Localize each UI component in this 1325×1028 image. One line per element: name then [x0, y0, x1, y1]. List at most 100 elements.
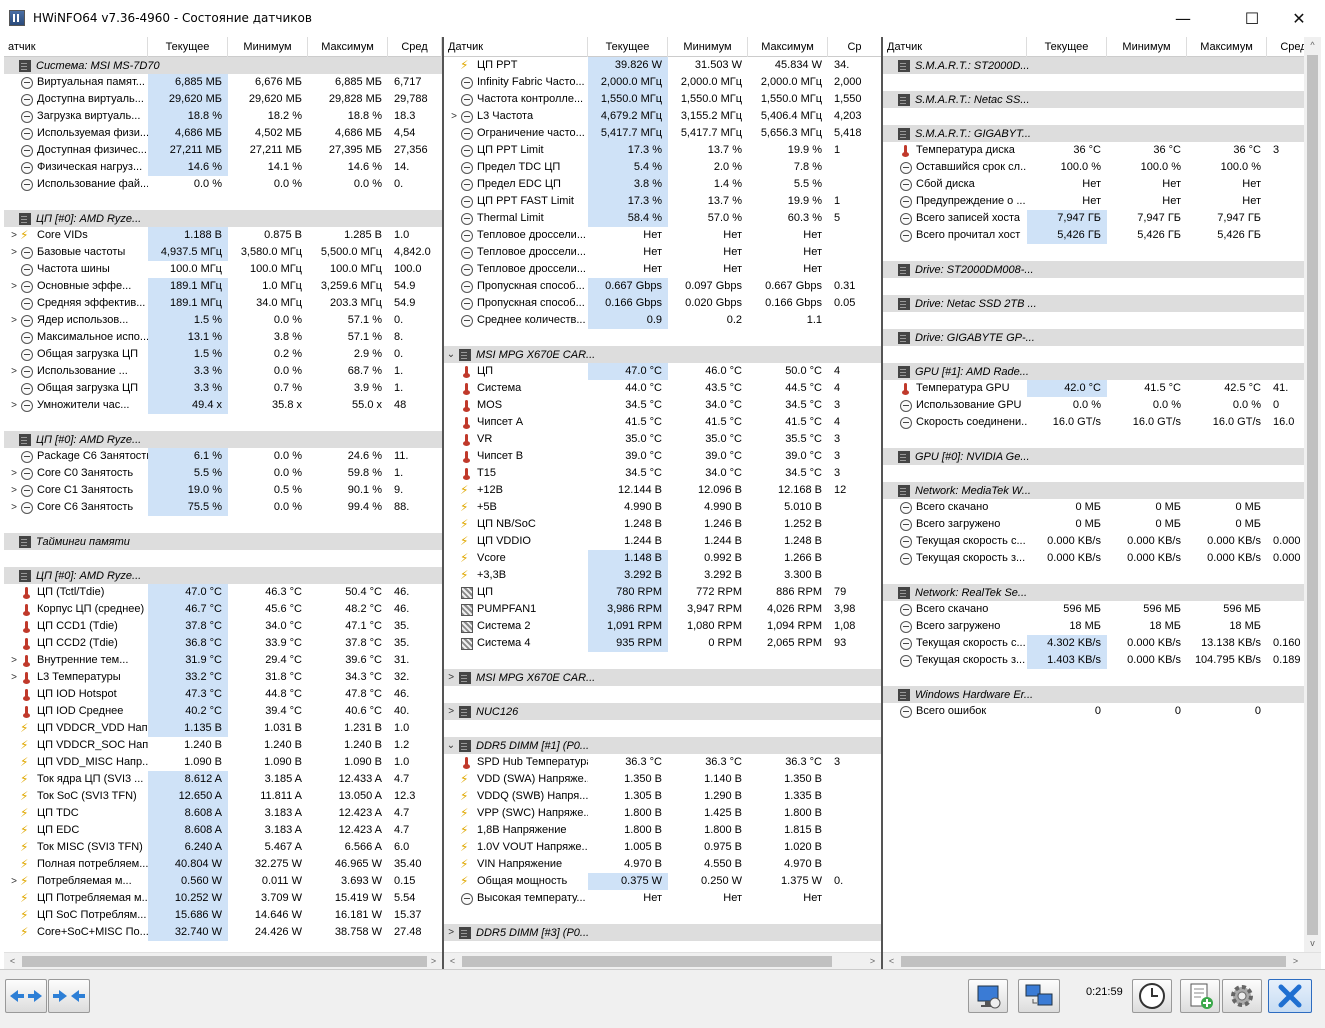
- sensor-row[interactable]: VIN Напряжение 4.970 В 4.550 В 4.970 В: [444, 856, 881, 873]
- expand-icon[interactable]: >: [7, 465, 21, 482]
- expand-icon[interactable]: >: [444, 706, 458, 717]
- sensor-row[interactable]: VDDQ (SWB) Напря... 1.305 В 1.290 В 1.335 В: [444, 788, 881, 805]
- sensor-row[interactable]: ЦП IOD Hotspot 47.3 °C 44.8 °C 47.8 °C 46.: [4, 686, 442, 703]
- column-header-1[interactable]: Текущее: [148, 37, 228, 57]
- column-header-0[interactable]: атчик: [4, 37, 148, 57]
- sensor-row[interactable]: Температура GPU 42.0 °C 41.5 °C 42.5 °C 41.: [883, 380, 1321, 397]
- expand-icon[interactable]: >: [7, 397, 21, 414]
- sensor-row[interactable]: Vcore 1.148 В 0.992 В 1.266 В: [444, 550, 881, 567]
- sensor-row[interactable]: VR 35.0 °C 35.0 °C 35.5 °C 3: [444, 431, 881, 448]
- sensor-group-header[interactable]: S.M.A.R.T.: ST2000D...: [883, 57, 1321, 74]
- sensor-row[interactable]: Всего загружено 18 МБ 18 МБ 18 МБ: [883, 618, 1321, 635]
- sensor-group-header[interactable]: Drive: Netac SSD 2TB ...: [883, 295, 1321, 312]
- sensor-row[interactable]: ЦП VDD_MISC Напр... 1.090 В 1.090 В 1.090 В…: [4, 754, 442, 771]
- expand-icon[interactable]: >: [7, 244, 21, 261]
- expand-icon[interactable]: >: [444, 927, 458, 938]
- sensor-row[interactable]: 1.0V VOUT Напряже... 1.005 В 0.975 В 1.020 …: [444, 839, 881, 856]
- sensor-group-header[interactable]: Network: RealTek Se...: [883, 584, 1321, 601]
- sensor-group-header[interactable]: ЦП [#0]: AMD Ryze...: [4, 431, 442, 448]
- sensor-row[interactable]: > Core C6 Занятость 75.5 % 0.0 % 99.4 % 88.: [4, 499, 442, 516]
- vertical-scrollbar[interactable]: ^ v: [1304, 37, 1321, 952]
- sensor-row[interactable]: > Использование ... 3.3 % 0.0 % 68.7 % 1.: [4, 363, 442, 380]
- sensor-row[interactable]: Система 44.0 °C 43.5 °C 44.5 °C 4: [444, 380, 881, 397]
- sensor-row[interactable]: ЦП PPT FAST Limit 17.3 % 13.7 % 19.9 % 1: [444, 193, 881, 210]
- sensor-row[interactable]: > Базовые частоты 4,937.5 МГц 3,580.0 МГц 5,…: [4, 244, 442, 261]
- minimize-button[interactable]: —: [1160, 0, 1206, 36]
- sensor-row[interactable]: Всего ошибок 0 0 0: [883, 703, 1321, 720]
- sensor-group-header[interactable]: Drive: GIGABYTE GP-...: [883, 329, 1321, 346]
- scroll-up-arrow[interactable]: ^: [1304, 37, 1321, 54]
- sensor-row[interactable]: > Ядер использов... 1.5 % 0.0 % 57.1 % 0.: [4, 312, 442, 329]
- sensor-row[interactable]: > Умножители час... 49.4 x 35.8 x 55.0 x 48: [4, 397, 442, 414]
- column-header-3[interactable]: Максимум: [1187, 37, 1267, 57]
- sensor-row[interactable]: > Core VIDs 1.188 В 0.875 В 1.285 В 1.0: [4, 227, 442, 244]
- column-header-3[interactable]: Максимум: [748, 37, 828, 57]
- sensor-row[interactable]: VPP (SWC) Напряже... 1.800 В 1.425 В 1.800 …: [444, 805, 881, 822]
- sensor-pane-1[interactable]: атчик Текущее Минимум Максимум Сред Система: …: [4, 37, 442, 969]
- expand-icon[interactable]: >: [7, 482, 21, 499]
- sensor-row[interactable]: Общая мощность 0.375 W 0.250 W 1.375 W 0.: [444, 873, 881, 890]
- sensor-row[interactable]: Предел EDC ЦП 3.8 % 1.4 % 5.5 %: [444, 176, 881, 193]
- sensor-row[interactable]: +3,3В 3.292 В 3.292 В 3.300 В: [444, 567, 881, 584]
- sensor-row[interactable]: ЦП TDC 8.608 A 3.183 A 12.423 A 4.7: [4, 805, 442, 822]
- sensor-row[interactable]: VDD (SWA) Напряже... 1.350 В 1.140 В 1.350 …: [444, 771, 881, 788]
- sensor-row[interactable]: Всего записей хоста 7,947 ГБ 7,947 ГБ 7,947…: [883, 210, 1321, 227]
- sensor-row[interactable]: Всего прочитал хост 5,426 ГБ 5,426 ГБ 5,426…: [883, 227, 1321, 244]
- network-remote-button[interactable]: [1018, 979, 1060, 1013]
- sensor-row[interactable]: Среднее количеств... 0.9 0.2 1.1: [444, 312, 881, 329]
- close-sensors-button[interactable]: [1268, 979, 1312, 1013]
- sensor-row[interactable]: Корпус ЦП (среднее) 46.7 °C 45.6 °C 48.2 °C…: [4, 601, 442, 618]
- expand-icon[interactable]: >: [7, 312, 21, 329]
- sensor-group-header[interactable]: ЦП [#0]: AMD Ryze...: [4, 210, 442, 227]
- sensor-group-header[interactable]: > DDR5 DIMM [#3] (P0...: [444, 924, 881, 941]
- sensor-row[interactable]: Пропускная способ... 0.667 Gbps 0.097 Gbps…: [444, 278, 881, 295]
- sensor-row[interactable]: Package C6 Занятость 6.1 % 0.0 % 24.6 % 11.: [4, 448, 442, 465]
- sensor-row[interactable]: Высокая температу... Нет Нет Нет: [444, 890, 881, 907]
- column-header-1[interactable]: Текущее: [588, 37, 668, 57]
- sensor-group-header[interactable]: S.M.A.R.T.: GIGABYT...: [883, 125, 1321, 142]
- sensor-row[interactable]: Максимальное испо... 13.1 % 3.8 % 57.1 % 8.: [4, 329, 442, 346]
- sensor-group-header[interactable]: > NUC126: [444, 703, 881, 720]
- sensor-row[interactable]: Доступна виртуаль... 29,620 МБ 29,620 МБ 29…: [4, 91, 442, 108]
- sensor-row[interactable]: ЦП VDDIO 1.244 В 1.244 В 1.248 В: [444, 533, 881, 550]
- scroll-thumb[interactable]: [22, 956, 427, 967]
- sensor-row[interactable]: > Внутренние тем... 31.9 °C 29.4 °C 39.6 °C 3…: [4, 652, 442, 669]
- sensor-row[interactable]: Физическая нагруз... 14.6 % 14.1 % 14.6 % 14…: [4, 159, 442, 176]
- scroll-left-arrow[interactable]: <: [444, 953, 461, 969]
- horizontal-scrollbar[interactable]: < >: [444, 952, 881, 969]
- sensor-group-header[interactable]: Тайминги памяти: [4, 533, 442, 550]
- sensor-row[interactable]: ЦП Потребляемая м...10.252 W 3.709 W 15.41…: [4, 890, 442, 907]
- sensor-row[interactable]: > L3 Частота 4,679.2 МГц 3,155.2 МГц 5,406.4…: [444, 108, 881, 125]
- sensor-row[interactable]: ЦП NB/SoC 1.248 В 1.246 В 1.252 В: [444, 516, 881, 533]
- sensor-row[interactable]: Чипсет B 39.0 °C 39.0 °C 39.0 °C 3: [444, 448, 881, 465]
- sensor-row[interactable]: Система 2 1,091 RPM 1,080 RPM 1,094 RPM 1,08: [444, 618, 881, 635]
- expand-icon[interactable]: >: [7, 278, 21, 295]
- expand-icon[interactable]: >: [7, 363, 21, 380]
- sensor-row[interactable]: Ограничение часто... 5,417.7 МГц 5,417.7 М…: [444, 125, 881, 142]
- scroll-left-arrow[interactable]: <: [4, 953, 21, 969]
- scroll-thumb[interactable]: [1307, 55, 1318, 935]
- sensor-row[interactable]: Использование фай... 0.0 % 0.0 % 0.0 % 0.: [4, 176, 442, 193]
- expand-icon[interactable]: >: [444, 672, 458, 683]
- sensor-row[interactable]: ЦП VDDCR_VDD Нап...1.135 В 1.031 В 1.231 В…: [4, 720, 442, 737]
- sensor-row[interactable]: Средняя эффектив... 189.1 МГц 34.0 МГц 203.…: [4, 295, 442, 312]
- expand-icon[interactable]: >: [447, 108, 461, 125]
- sensor-row[interactable]: Предупреждение о ... Нет Нет Нет: [883, 193, 1321, 210]
- sensor-row[interactable]: Полная потребляем...40.804 W 32.275 W 46.9…: [4, 856, 442, 873]
- sensor-row[interactable]: ЦП EDC 8.608 A 3.183 A 12.423 A 4.7: [4, 822, 442, 839]
- scroll-right-arrow[interactable]: >: [864, 953, 881, 969]
- sensor-row[interactable]: Текущая скорость з... 1.403 KB/s 0.000 KB/…: [883, 652, 1321, 669]
- expand-icon[interactable]: >: [7, 873, 21, 890]
- sensor-row[interactable]: Доступная физичес... 27,211 МБ 27,211 МБ 27…: [4, 142, 442, 159]
- scroll-right-arrow[interactable]: >: [425, 953, 442, 969]
- sensor-row[interactable]: Сбой диска Нет Нет Нет: [883, 176, 1321, 193]
- settings-button[interactable]: [1222, 979, 1262, 1013]
- sensor-row[interactable]: Текущая скорость з... 0.000 KB/s 0.000 KB/…: [883, 550, 1321, 567]
- sensor-row[interactable]: Всего загружено 0 МБ 0 МБ 0 МБ: [883, 516, 1321, 533]
- column-header-2[interactable]: Минимум: [668, 37, 748, 57]
- sensor-row[interactable]: Thermal Limit 58.4 % 57.0 % 60.3 % 5: [444, 210, 881, 227]
- sensor-row[interactable]: > Core C1 Занятость 19.0 % 0.5 % 90.1 % 9.: [4, 482, 442, 499]
- sensor-row[interactable]: PUMPFAN1 3,986 RPM 3,947 RPM 4,026 RPM 3,98: [444, 601, 881, 618]
- scroll-right-arrow[interactable]: >: [1287, 953, 1304, 969]
- sensor-row[interactable]: Общая загрузка ЦП 1.5 % 0.2 % 2.9 % 0.: [4, 346, 442, 363]
